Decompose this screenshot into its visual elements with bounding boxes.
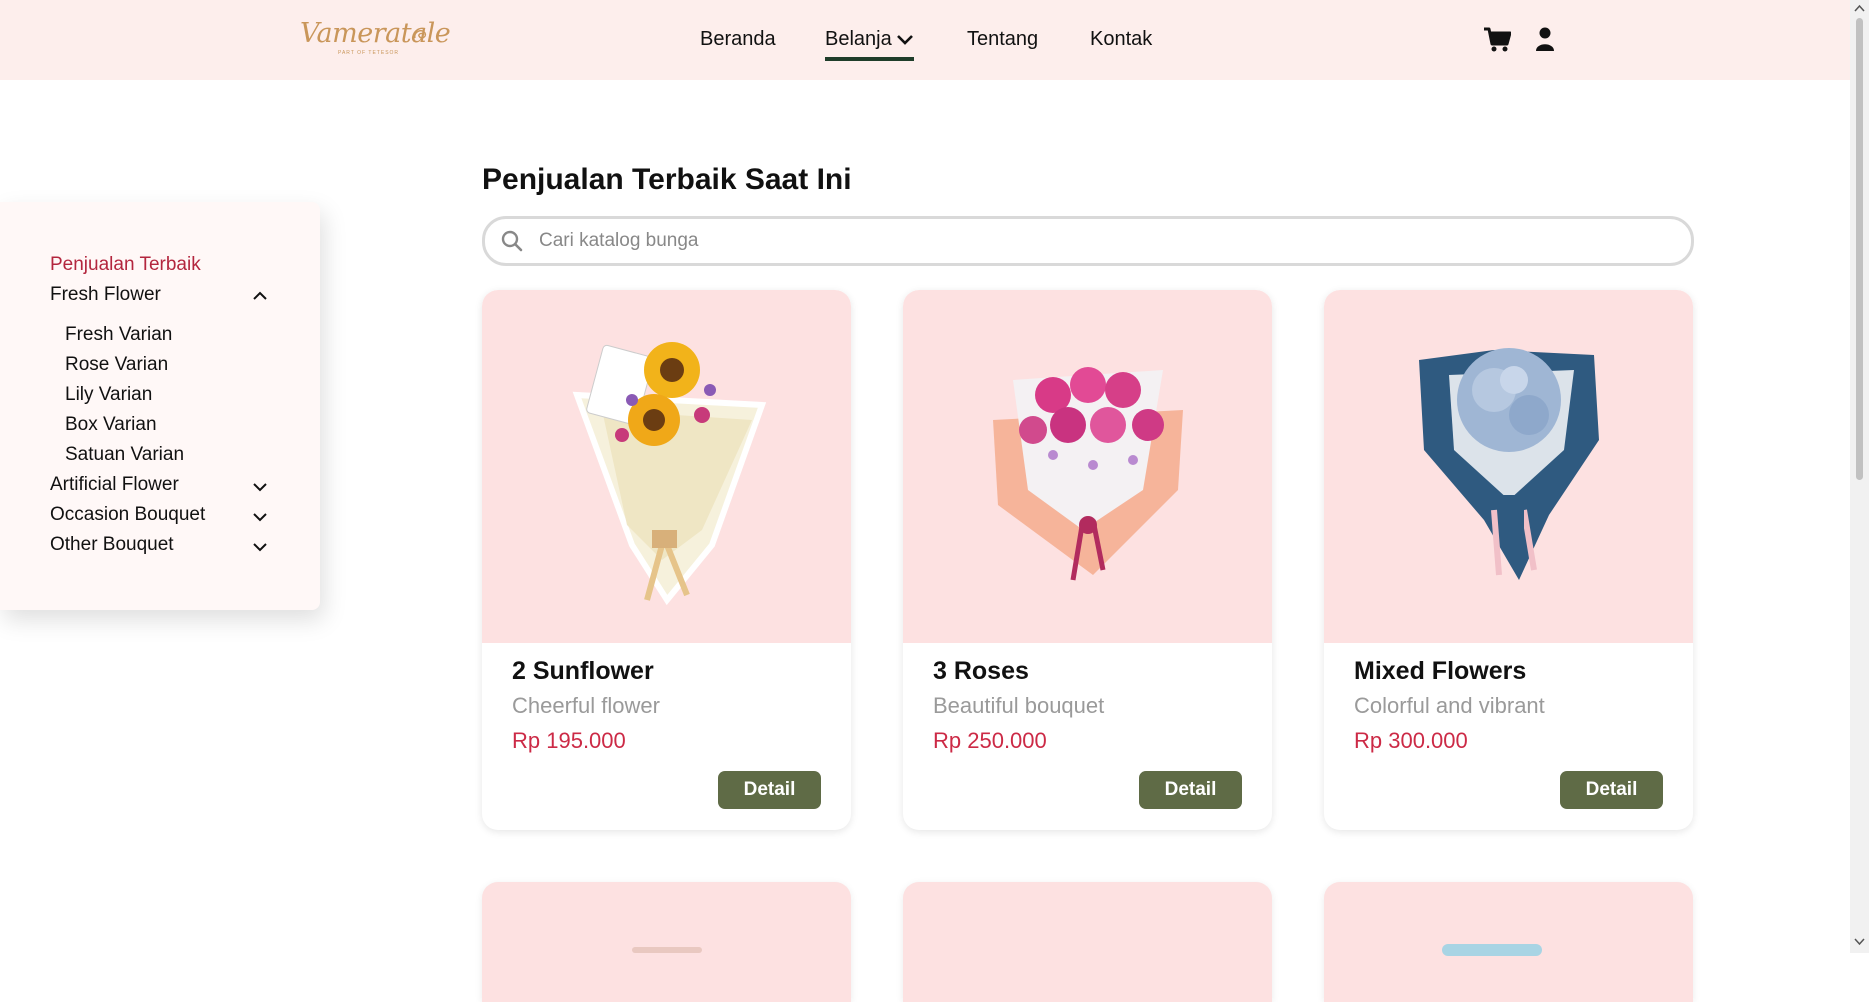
product-card[interactable]: Mixed Flowers Colorful and vibrant Rp 30… xyxy=(1324,290,1693,830)
sidebar-item-occasion-bouquet[interactable]: Occasion Bouquet xyxy=(50,504,205,526)
detail-button[interactable]: Detail xyxy=(1560,771,1663,809)
product-card-partial[interactable] xyxy=(1324,882,1693,1002)
roses-bouquet-image xyxy=(993,367,1183,581)
logo-subtext: PART OF TETESOR xyxy=(338,50,400,56)
sidebar-item-artificial-flower[interactable]: Artificial Flower xyxy=(50,474,179,496)
category-sidebar: Penjualan Terbaik Fresh Flower Fresh Var… xyxy=(0,202,320,610)
user-icon[interactable] xyxy=(1535,27,1555,51)
page-title: Penjualan Terbaik Saat Ini xyxy=(482,163,852,196)
product-price: Rp 300.000 xyxy=(1354,728,1468,753)
chevron-up-icon[interactable] xyxy=(252,291,268,301)
chevron-down-icon[interactable] xyxy=(252,482,268,492)
sidebar-item-best-seller[interactable]: Penjualan Terbaik xyxy=(50,254,201,276)
blue-hydrangea-bouquet-image xyxy=(1419,348,1599,580)
product-price: Rp 195.000 xyxy=(512,728,626,753)
nav-shop[interactable]: Belanja xyxy=(825,28,914,61)
product-card[interactable]: 3 Roses Beautiful bouquet Rp 250.000 Det… xyxy=(903,290,1272,830)
detail-button[interactable]: Detail xyxy=(718,771,821,809)
product-description: Beautiful bouquet xyxy=(933,693,1105,718)
product-image[interactable] xyxy=(903,290,1272,643)
chevron-down-icon xyxy=(896,34,913,45)
product-description: Cheerful flower xyxy=(512,693,660,718)
sidebar-subitem-box-varian[interactable]: Box Varian xyxy=(65,414,157,436)
search-icon xyxy=(501,230,523,252)
search-bar[interactable] xyxy=(482,216,1694,266)
logo-swirl-icon xyxy=(414,30,427,39)
scroll-up-arrow-icon[interactable] xyxy=(1854,4,1865,12)
chevron-down-icon[interactable] xyxy=(252,542,268,552)
product-image[interactable] xyxy=(482,290,851,643)
sidebar-item-other-bouquet[interactable]: Other Bouquet xyxy=(50,534,174,556)
product-card-partial[interactable] xyxy=(482,882,851,1002)
page-scrollbar[interactable] xyxy=(1850,0,1869,953)
product-name: 2 Sunflower xyxy=(512,657,654,685)
product-price: Rp 250.000 xyxy=(933,728,1047,753)
brand-logo[interactable]: Vameratale PART OF TETESOR xyxy=(300,18,451,60)
sunflower-bouquet-image xyxy=(572,342,767,606)
scroll-down-arrow-icon[interactable] xyxy=(1854,938,1865,946)
sidebar-item-fresh-flower[interactable]: Fresh Flower xyxy=(50,284,161,306)
partial-image-detail xyxy=(1442,944,1542,956)
product-card[interactable]: 2 Sunflower Cheerful flower Rp 195.000 D… xyxy=(482,290,851,830)
detail-button[interactable]: Detail xyxy=(1139,771,1242,809)
nav-home[interactable]: Beranda xyxy=(700,28,776,51)
product-image[interactable] xyxy=(1324,290,1693,643)
nav-contact[interactable]: Kontak xyxy=(1090,28,1152,51)
sidebar-subitem-rose-varian[interactable]: Rose Varian xyxy=(65,354,168,376)
sidebar-subitem-lily-varian[interactable]: Lily Varian xyxy=(65,384,152,406)
sidebar-subitem-fresh-varian[interactable]: Fresh Varian xyxy=(65,324,172,346)
search-input[interactable] xyxy=(537,225,1661,257)
top-navbar: Vameratale PART OF TETESOR Beranda Belan… xyxy=(0,0,1850,80)
sidebar-subitem-satuan-varian[interactable]: Satuan Varian xyxy=(65,444,184,466)
nav-shop-label: Belanja xyxy=(825,28,892,50)
partial-image-detail xyxy=(632,947,702,953)
product-card-partial[interactable] xyxy=(903,882,1272,1002)
chevron-down-icon[interactable] xyxy=(252,512,268,522)
scroll-thumb[interactable] xyxy=(1856,18,1863,480)
nav-about[interactable]: Tentang xyxy=(967,28,1038,51)
product-name: 3 Roses xyxy=(933,657,1029,685)
product-description: Colorful and vibrant xyxy=(1354,693,1545,718)
product-name: Mixed Flowers xyxy=(1354,657,1527,685)
cart-icon[interactable] xyxy=(1483,27,1511,53)
